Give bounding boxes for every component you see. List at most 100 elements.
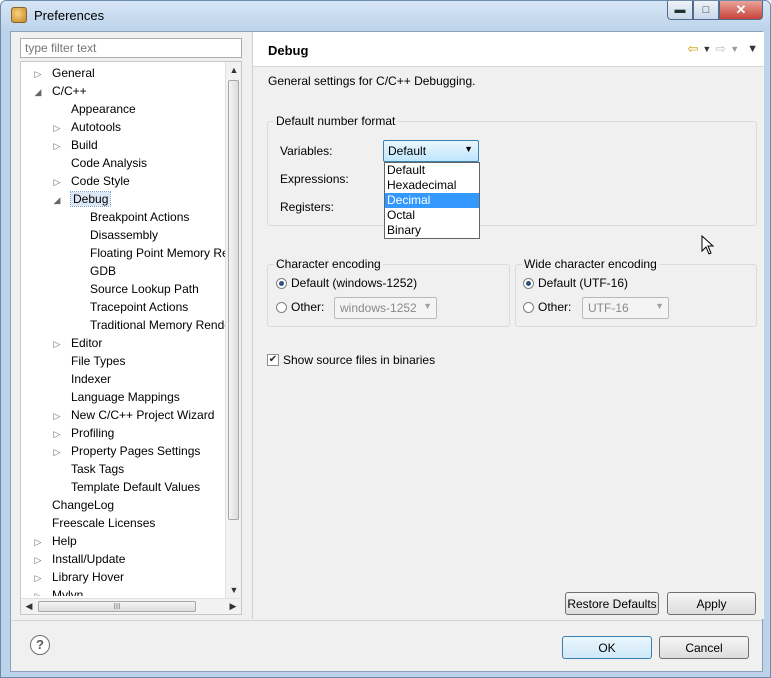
- wide-encoding-other-radio[interactable]: Other:: [523, 300, 571, 314]
- variables-format-select[interactable]: Default ▼: [383, 140, 479, 162]
- number-format-dropdown[interactable]: Default Hexadecimal Decimal Octal Binary: [384, 162, 480, 239]
- apply-button[interactable]: Apply: [667, 592, 756, 615]
- tree-item[interactable]: Indexer: [52, 370, 111, 388]
- show-source-files-checkbox[interactable]: ✔ Show source files in binaries: [267, 353, 435, 367]
- tree-item[interactable]: ▷ New C/C++ Project Wizard: [52, 406, 215, 425]
- expand-arrow-icon[interactable]: ▷: [52, 335, 62, 353]
- dropdown-option[interactable]: Hexadecimal: [385, 178, 479, 193]
- filter-input[interactable]: [20, 38, 242, 58]
- tree-item[interactable]: ▷ Editor: [52, 334, 103, 353]
- tree-item-label: General: [52, 66, 95, 80]
- tree-item[interactable]: ◢ Debug: [52, 190, 112, 209]
- expand-arrow-icon[interactable]: ▷: [52, 119, 62, 137]
- expand-arrow-icon[interactable]: ▷: [52, 443, 62, 461]
- dropdown-option[interactable]: Default: [385, 163, 479, 178]
- maximize-button[interactable]: □: [693, 1, 719, 20]
- tree-item[interactable]: ▷ Mylyn: [33, 586, 84, 596]
- minimize-button[interactable]: ▬: [667, 1, 693, 20]
- char-encoding-default-radio[interactable]: Default (windows-1252): [276, 276, 417, 290]
- hscroll-thumb[interactable]: III: [38, 601, 196, 612]
- tree-item[interactable]: Appearance: [52, 100, 136, 118]
- forward-arrow-icon[interactable]: ⇨: [715, 41, 726, 57]
- tree-item[interactable]: Task Tags: [52, 460, 124, 478]
- tree-item[interactable]: ▷ Install/Update: [33, 550, 126, 569]
- radio-icon: [276, 301, 287, 313]
- title-bar[interactable]: Preferences ▬ □ ✕: [1, 1, 770, 31]
- radio-selected-icon: [276, 277, 287, 289]
- dialog-client: ▷ General ◢ C/C++ Appearance ▷ Autotools ▷ Build…: [10, 31, 764, 672]
- tree-item-label: GDB: [90, 264, 117, 278]
- scroll-up-arrow-icon[interactable]: ▲: [226, 62, 241, 78]
- collapse-arrow-icon[interactable]: ◢: [52, 191, 62, 209]
- dropdown-option[interactable]: Decimal: [385, 193, 479, 208]
- collapse-arrow-icon[interactable]: ◢: [33, 83, 43, 101]
- expand-arrow-icon[interactable]: ▷: [33, 569, 43, 587]
- tree-item[interactable]: ▷ General: [33, 64, 95, 82]
- tree-item[interactable]: ▷ Build: [52, 136, 98, 154]
- tree-item-label: Template Default Values: [71, 480, 201, 494]
- tree-item[interactable]: Template Default Values: [52, 478, 200, 496]
- back-menu-chevron-down-icon[interactable]: ▼: [702, 44, 711, 54]
- group-title: Default number format: [274, 114, 398, 128]
- wide-encoding-select[interactable]: UTF-16 ▼: [582, 297, 669, 319]
- cancel-button[interactable]: Cancel: [659, 636, 749, 659]
- tree-item[interactable]: Freescale Licenses: [33, 514, 155, 532]
- tree-item[interactable]: ChangeLog: [33, 496, 114, 514]
- expand-arrow-icon[interactable]: ▷: [33, 65, 43, 83]
- tree-item-label: Debug: [69, 191, 112, 207]
- forward-menu-chevron-down-icon[interactable]: ▼: [730, 44, 739, 54]
- close-button[interactable]: ✕: [719, 1, 763, 20]
- tree-item-label: Traditional Memory Render: [90, 318, 226, 332]
- expand-arrow-icon[interactable]: ▷: [52, 407, 62, 425]
- expand-arrow-icon[interactable]: ▷: [52, 137, 62, 155]
- debug-page: Debug ⇦ ▼ ⇨ ▼ ▼ General settings for C/C…: [252, 32, 764, 619]
- restore-defaults-button[interactable]: Restore Defaults: [565, 592, 659, 615]
- tree-item[interactable]: Breakpoint Actions: [71, 208, 189, 226]
- tree-item[interactable]: ▷ Property Pages Settings: [52, 442, 201, 461]
- tree-item[interactable]: ▷ Code Style: [52, 172, 130, 190]
- tree-item-label: Floating Point Memory Rer: [90, 246, 226, 260]
- preferences-tree: ▷ General ◢ C/C++ Appearance ▷ Autotools ▷ Build…: [20, 61, 242, 615]
- tree-item[interactable]: ▷ Autotools: [52, 118, 122, 137]
- tree-item[interactable]: Language Mappings: [52, 388, 180, 406]
- tree-item[interactable]: Source Lookup Path: [71, 280, 199, 298]
- scroll-down-arrow-icon[interactable]: ▼: [226, 582, 241, 598]
- tree-item[interactable]: ▷ Help: [33, 532, 77, 550]
- checkmark-icon: ✔: [267, 354, 279, 366]
- chevron-down-icon: ▼: [423, 301, 432, 311]
- tree-item[interactable]: ▷ Profiling: [52, 424, 115, 443]
- group-title: Character encoding: [274, 257, 383, 271]
- scroll-thumb[interactable]: [228, 80, 239, 520]
- dropdown-option[interactable]: Binary: [385, 223, 479, 238]
- window-title: Preferences: [34, 8, 105, 23]
- radio-selected-icon: [523, 277, 534, 289]
- scroll-right-arrow-icon[interactable]: ▶: [225, 599, 241, 614]
- tree-horizontal-scrollbar[interactable]: ◀ III ▶: [21, 598, 241, 614]
- expand-arrow-icon[interactable]: ▷: [52, 425, 62, 443]
- back-arrow-icon[interactable]: ⇦: [687, 41, 698, 57]
- tree-item[interactable]: ▷ Library Hover: [33, 568, 125, 587]
- help-icon[interactable]: ?: [30, 635, 50, 655]
- expand-arrow-icon[interactable]: ▷: [33, 551, 43, 569]
- ok-button[interactable]: OK: [562, 636, 652, 659]
- dropdown-option[interactable]: Octal: [385, 208, 479, 223]
- expand-arrow-icon[interactable]: ▷: [52, 173, 62, 191]
- tree-vertical-scrollbar[interactable]: ▲ ▼: [225, 62, 241, 598]
- preferences-window: Preferences ▬ □ ✕ ▷ General ◢ C/C++ Appearan…: [0, 0, 771, 678]
- view-menu-icon[interactable]: ▼: [747, 43, 758, 55]
- tree-item[interactable]: ◢ C/C++: [33, 82, 87, 100]
- tree-item-label: Autotools: [71, 120, 122, 134]
- wide-encoding-default-radio[interactable]: Default (UTF-16): [523, 276, 628, 290]
- char-encoding-select[interactable]: windows-1252 ▼: [334, 297, 437, 319]
- expand-arrow-icon[interactable]: ▷: [33, 587, 43, 596]
- tree-item[interactable]: GDB: [71, 262, 116, 280]
- tree-item[interactable]: Disassembly: [71, 226, 158, 244]
- tree-item[interactable]: Traditional Memory Render: [71, 316, 226, 334]
- tree-item[interactable]: Code Analysis: [52, 154, 147, 172]
- expand-arrow-icon[interactable]: ▷: [33, 533, 43, 551]
- tree-item[interactable]: Tracepoint Actions: [71, 298, 188, 316]
- char-encoding-other-radio[interactable]: Other:: [276, 300, 324, 314]
- scroll-left-arrow-icon[interactable]: ◀: [21, 599, 37, 614]
- tree-item[interactable]: Floating Point Memory Rer: [71, 244, 226, 262]
- tree-item[interactable]: File Types: [52, 352, 125, 370]
